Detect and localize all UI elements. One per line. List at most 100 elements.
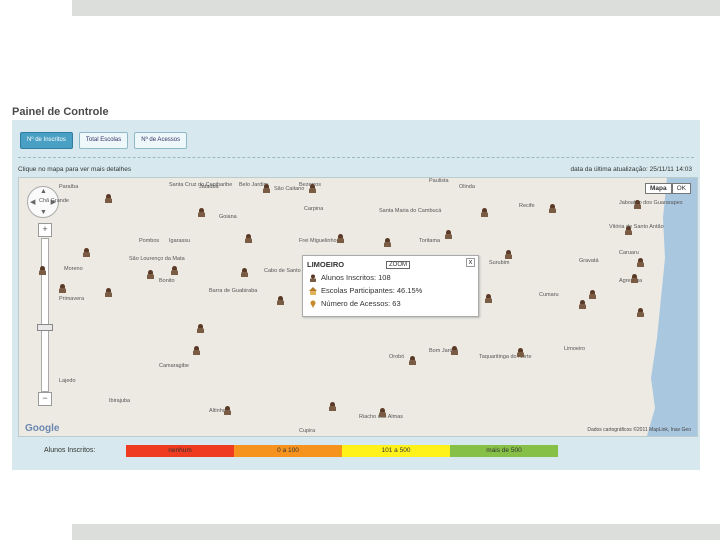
- city-label: São Lourenço da Mata: [129, 256, 185, 262]
- school-marker-icon[interactable]: [589, 290, 596, 299]
- school-marker-icon[interactable]: [105, 288, 112, 297]
- bottom-band: [72, 524, 720, 540]
- tab-acessos[interactable]: Nº de Acessos: [134, 132, 188, 149]
- popup-escolas: Escolas Participantes: 46.15%: [321, 286, 423, 295]
- tab-bar: Nº de Inscritos Total Escolas Nº de Aces…: [20, 132, 188, 149]
- city-label: Cupira: [299, 428, 316, 434]
- school-marker-icon[interactable]: [485, 294, 492, 303]
- page-title: Painel de Controle: [12, 106, 109, 118]
- city-label: Pombos: [139, 238, 160, 244]
- city-label: Orobó: [389, 354, 405, 360]
- google-logo: Google: [25, 423, 60, 434]
- school-marker-icon[interactable]: [631, 274, 638, 283]
- school-marker-icon[interactable]: [445, 230, 452, 239]
- city-label: Camaragibe: [159, 363, 189, 369]
- popup-zoom-link[interactable]: ZOOM: [386, 261, 410, 269]
- school-marker-icon[interactable]: [481, 208, 488, 217]
- school-marker-icon[interactable]: [549, 204, 556, 213]
- tab-inscritos[interactable]: Nº de Inscritos: [20, 132, 73, 149]
- school-marker-icon[interactable]: [309, 184, 316, 193]
- info-window: LIMOEIRO ZOOM x Alunos Inscritos: 108 Es…: [302, 255, 479, 317]
- control-panel: Nº de Inscritos Total Escolas Nº de Aces…: [12, 120, 700, 470]
- school-marker-icon[interactable]: [379, 408, 386, 417]
- school-marker-icon[interactable]: [59, 284, 66, 293]
- city-label: Jataúba: [199, 184, 219, 190]
- city-label: Caruaru: [619, 250, 639, 256]
- city-label: Goiana: [219, 214, 237, 220]
- city-label: Toritama: [419, 238, 441, 244]
- school-marker-icon[interactable]: [579, 300, 586, 309]
- city-label: Cumaru: [539, 292, 559, 298]
- legend-range: mais de 500: [450, 445, 558, 457]
- map-type-mapa[interactable]: Mapa: [644, 183, 672, 194]
- map-hint: Clique no mapa para ver mais detalhes: [18, 166, 132, 173]
- pan-down-icon[interactable]: ▼: [40, 209, 47, 216]
- city-label: Jaboatão dos Guararapes: [619, 200, 683, 206]
- city-label: Limoeiro: [564, 346, 586, 352]
- school-marker-icon[interactable]: [241, 268, 248, 277]
- city-label: Moreno: [64, 266, 83, 272]
- school-marker-icon[interactable]: [245, 234, 252, 243]
- popup-alunos: Alunos Inscritos: 108: [321, 273, 391, 282]
- city-label: Barra de Guabiraba: [209, 288, 258, 294]
- school-marker-icon[interactable]: [193, 346, 200, 355]
- school-marker-icon[interactable]: [198, 208, 205, 217]
- school-marker-icon[interactable]: [637, 258, 644, 267]
- popup-place: LIMOEIRO: [307, 260, 345, 269]
- legend: Alunos Inscritos: nenhum 0 a 100 101 a 5…: [18, 445, 578, 459]
- school-marker-icon[interactable]: [637, 308, 644, 317]
- map-canvas[interactable]: ▲ ◀ ▶ ▼ + − Mapa OK Paraíba Santa Cruz do…: [18, 177, 698, 437]
- city-label: Primavera: [59, 296, 85, 302]
- zoom-handle[interactable]: [37, 324, 53, 331]
- school-marker-icon[interactable]: [197, 324, 204, 333]
- city-label: Paraíba: [59, 184, 79, 190]
- legend-range: 0 a 100: [234, 445, 342, 457]
- city-label: Surubim: [489, 260, 510, 266]
- marker-icon: [309, 300, 317, 308]
- school-marker-icon[interactable]: [277, 296, 284, 305]
- legend-label: Alunos Inscritos:: [44, 447, 96, 454]
- school-icon: [309, 286, 317, 295]
- city-label: Vitória de Santo Antão: [609, 224, 664, 230]
- city-label: Ibirajuba: [109, 398, 131, 404]
- popup-row: Escolas Participantes: 46.15%: [309, 286, 422, 295]
- city-label: Santa Maria do Cambucá: [379, 208, 442, 214]
- zoom-in-button[interactable]: +: [38, 223, 52, 237]
- student-icon: [309, 274, 317, 282]
- zoom-slider[interactable]: [41, 238, 49, 392]
- school-marker-icon[interactable]: [634, 200, 641, 209]
- popup-close-icon[interactable]: x: [466, 258, 475, 267]
- sea-area: [647, 178, 697, 436]
- city-label: Frei Miguelinho: [299, 238, 337, 244]
- city-label: Igarassu: [169, 238, 191, 244]
- pan-up-icon[interactable]: ▲: [40, 188, 47, 195]
- last-update: data da última atualização: 25/11/11 14:…: [570, 166, 692, 173]
- school-marker-icon[interactable]: [39, 266, 46, 275]
- popup-row: Número de Acessos: 63: [309, 299, 401, 308]
- school-marker-icon[interactable]: [337, 234, 344, 243]
- city-label: Carpina: [304, 206, 324, 212]
- school-marker-icon[interactable]: [263, 184, 270, 193]
- city-label: Recife: [519, 203, 535, 209]
- school-marker-icon[interactable]: [329, 402, 336, 411]
- pan-left-icon[interactable]: ◀: [30, 198, 35, 206]
- school-marker-icon[interactable]: [625, 226, 632, 235]
- school-marker-icon[interactable]: [171, 266, 178, 275]
- school-marker-icon[interactable]: [224, 406, 231, 415]
- city-label: Paulista: [429, 178, 449, 184]
- tab-total-escolas[interactable]: Total Escolas: [78, 132, 129, 149]
- map-type-ok[interactable]: OK: [671, 183, 691, 194]
- zoom-out-button[interactable]: −: [38, 392, 52, 406]
- city-label: Olinda: [459, 184, 475, 190]
- divider: [18, 157, 694, 158]
- school-marker-icon[interactable]: [147, 270, 154, 279]
- school-marker-icon[interactable]: [384, 238, 391, 247]
- school-marker-icon[interactable]: [105, 194, 112, 203]
- school-marker-icon[interactable]: [451, 346, 458, 355]
- legend-range: 101 a 500: [342, 445, 450, 457]
- school-marker-icon[interactable]: [517, 348, 524, 357]
- school-marker-icon[interactable]: [83, 248, 90, 257]
- top-band: [72, 0, 720, 16]
- school-marker-icon[interactable]: [409, 356, 416, 365]
- school-marker-icon[interactable]: [505, 250, 512, 259]
